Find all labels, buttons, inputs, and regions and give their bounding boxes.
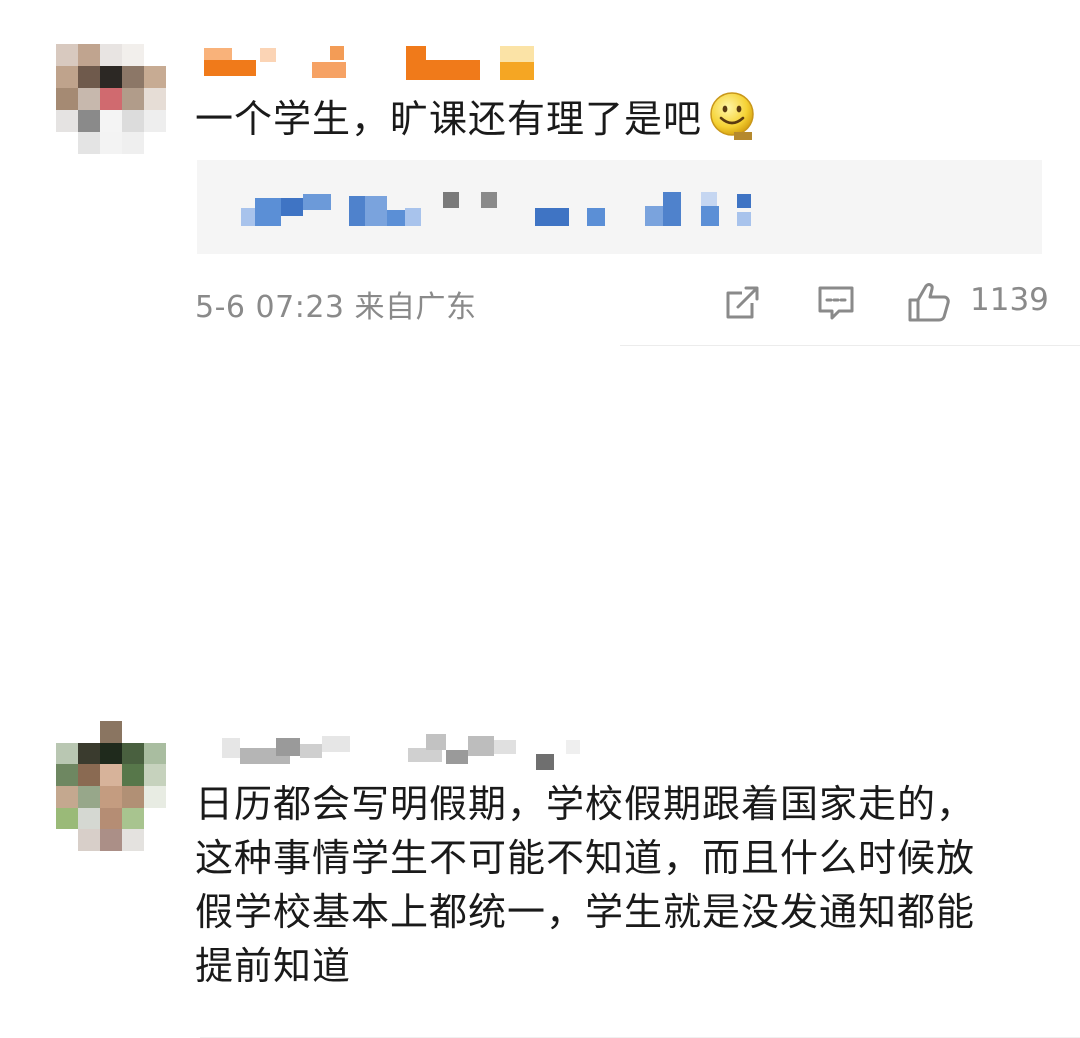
timestamp: 5-6 07:23 <box>195 290 345 325</box>
comment-text-line: 日历都会写明假期，学校假期跟着国家走的， <box>195 782 976 826</box>
like-count: 1139 <box>970 282 1049 318</box>
comment-text-line: 这种事情学生不可能不知道，而且什么时候放 <box>195 836 976 880</box>
comment-text-content: 一个学生，旷课还有理了是吧 <box>195 97 703 141</box>
username[interactable] <box>220 730 600 770</box>
comment-text: 一个学生，旷课还有理了是吧 <box>195 92 756 146</box>
comment-icon[interactable] <box>815 283 857 327</box>
comment-item: 一个学生，旷课还有理了是吧 5-6 07:23 来自广东 1139 <box>0 0 1080 346</box>
comment-text: 日历都会写明假期，学校假期跟着国家走的， 这种事情学生不可能不知道，而且什么时候… <box>195 777 975 993</box>
comment-text-line: 提前知道 <box>195 944 352 988</box>
share-icon[interactable] <box>722 283 762 327</box>
avatar[interactable] <box>56 44 166 154</box>
thumbs-up-icon[interactable] <box>906 280 952 328</box>
reply-preview[interactable] <box>197 160 1042 254</box>
comment-text-line: 假学校基本上都统一，学生就是没发通知都能 <box>195 890 976 934</box>
location: 来自广东 <box>354 290 477 325</box>
username[interactable] <box>200 42 540 82</box>
avatar[interactable] <box>56 721 166 851</box>
comment-item: 日历都会写明假期，学校假期跟着国家走的， 这种事情学生不可能不知道，而且什么时候… <box>0 345 1080 1038</box>
smile-emoji-icon <box>708 92 756 140</box>
comment-meta: 5-6 07:23 来自广东 <box>195 282 477 326</box>
